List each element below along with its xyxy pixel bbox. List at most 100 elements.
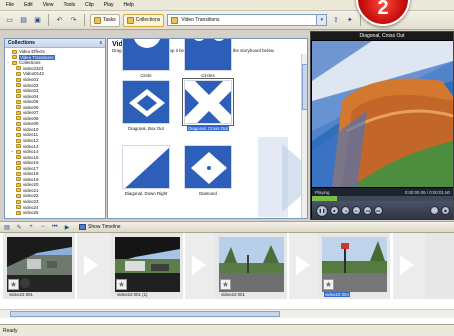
folder-icon <box>16 94 21 99</box>
new-folder-icon[interactable]: ✦ <box>344 15 355 26</box>
tree-item-label: video06 <box>23 104 39 110</box>
folder-icon <box>16 182 21 187</box>
menu-help[interactable]: Help <box>123 2 133 8</box>
folder-icon <box>16 166 21 171</box>
show-timeline-button[interactable]: Show Timeline <box>79 224 121 230</box>
transition-label: Diagonal, Down Right <box>124 191 168 196</box>
menu-tools[interactable]: Tools <box>63 2 75 8</box>
transition-slot[interactable] <box>77 233 111 299</box>
clip-name: video23 004 <box>324 292 350 297</box>
menu-file[interactable]: File <box>6 2 14 8</box>
tree-item-label: video05 <box>23 99 39 105</box>
transition-item[interactable]: Circle <box>122 39 170 78</box>
tree-item-label: video13 <box>23 143 39 149</box>
folder-icon <box>16 188 21 193</box>
open-project-icon[interactable]: ▤ <box>18 15 29 26</box>
playback-controls: ❚❚ ■ ◂ ▸ ◂◂ ▸▸ ⋮ ◉ <box>312 201 453 220</box>
folder-icon <box>16 83 21 88</box>
save-icon[interactable]: ▣ <box>32 15 43 26</box>
tasks-button[interactable]: Tasks <box>90 13 120 27</box>
storyboard: ★ video23 001 ★ video23 001 (1) ★ video2… <box>0 233 454 324</box>
tree-item[interactable]: video25 <box>7 210 103 216</box>
tree-item-label: video09 <box>23 121 39 127</box>
tree-item-label: video15 <box>23 154 39 160</box>
folder-icon <box>16 88 21 93</box>
star-icon: ★ <box>323 279 334 290</box>
tree-item-label: Collections <box>19 60 41 66</box>
transition-arrow-icon <box>296 255 310 275</box>
folder-icon <box>16 144 21 149</box>
folder-icon <box>16 66 21 71</box>
tree-item-label: video07 <box>23 110 39 116</box>
new-project-icon[interactable]: ▭ <box>4 15 15 26</box>
menu-play[interactable]: Play <box>104 2 114 8</box>
folder-icon <box>171 16 179 24</box>
transition-slot[interactable] <box>393 233 427 299</box>
next-frame-icon[interactable]: ▸ <box>352 206 361 215</box>
tree-item-label: video11 <box>23 132 39 138</box>
menu-clip[interactable]: Clip <box>85 2 94 8</box>
transition-slot[interactable] <box>185 233 219 299</box>
scrollbar-thumb[interactable] <box>10 311 280 317</box>
tree-item-label: video08 <box>23 115 39 121</box>
preview-title: Diagonal, Cross Out <box>311 32 453 40</box>
menu-view[interactable]: View <box>43 2 54 8</box>
tasks-label: Tasks <box>103 17 116 23</box>
folder-icon <box>16 121 21 126</box>
timeline-icon <box>79 224 86 230</box>
folder-icon <box>126 16 134 24</box>
transition-item[interactable]: Diagonal, Box Out <box>122 80 170 131</box>
rewind-storyboard-icon[interactable]: ⏮ <box>51 223 59 231</box>
storyboard-scrollbar[interactable] <box>0 309 454 318</box>
collections-button[interactable]: Collections <box>122 13 165 27</box>
previous-frame-icon[interactable]: ◂ <box>341 206 350 215</box>
zoom-in-icon[interactable]: + <box>27 223 35 231</box>
menu-edit[interactable]: Edit <box>24 2 33 8</box>
show-timeline-label: Show Timeline <box>88 224 121 230</box>
transition-item[interactable]: Circles <box>184 39 232 78</box>
clip-name: video23 001 <box>9 292 33 297</box>
rewind-icon[interactable]: ◂◂ <box>363 206 372 215</box>
chevron-down-icon[interactable]: ▾ <box>316 15 327 25</box>
take-picture-icon[interactable]: ◉ <box>441 206 450 215</box>
transition-item[interactable]: Diamond <box>184 145 232 196</box>
zoom-out-icon[interactable]: − <box>39 223 47 231</box>
folder-icon <box>12 55 17 60</box>
folder-icon <box>16 132 21 137</box>
up-folder-icon[interactable]: ⇧ <box>330 15 341 26</box>
collection-dropdown[interactable]: Video Transitions ▾ <box>167 14 328 26</box>
transition-item[interactable]: Diagonal, Cross Out <box>182 78 234 132</box>
transition-label: Circles <box>201 73 215 78</box>
set-audio-levels-icon[interactable]: ▤ <box>3 223 11 231</box>
tree-item-label: video19 <box>23 176 39 182</box>
tree-item-label: video21 <box>23 187 39 193</box>
play-pause-icon[interactable]: ❚❚ <box>316 204 328 217</box>
expand-icon[interactable]: − <box>7 60 10 65</box>
transitions-scrollbar[interactable] <box>301 54 307 218</box>
split-clip-icon[interactable]: ⋮ <box>430 206 439 215</box>
folder-icon <box>16 110 21 115</box>
stop-icon[interactable]: ■ <box>330 206 339 215</box>
empty-clip-slot[interactable] <box>425 233 454 299</box>
tree-item-label: video17 <box>23 165 39 171</box>
transition-thumbnail <box>184 39 232 71</box>
undo-icon[interactable]: ↶ <box>54 15 65 26</box>
folder-icon <box>16 77 21 82</box>
play-storyboard-icon[interactable]: ▶ <box>63 223 71 231</box>
close-icon[interactable]: x <box>100 40 103 46</box>
narrate-icon[interactable]: ✎ <box>15 223 23 231</box>
tree-item-label: video03 <box>23 88 39 94</box>
star-icon: ★ <box>220 279 231 290</box>
tree-item-label: video18 <box>23 171 39 177</box>
redo-icon[interactable]: ↷ <box>68 15 79 26</box>
status-bar: Ready <box>0 324 454 336</box>
scrollbar-thumb[interactable] <box>302 64 307 110</box>
folder-icon <box>12 49 17 54</box>
transition-label: Diamond <box>199 191 217 196</box>
fast-forward-icon[interactable]: ▸▸ <box>374 206 383 215</box>
expand-icon[interactable]: + <box>11 149 14 154</box>
transition-item[interactable]: Diagonal, Down Right <box>122 145 170 196</box>
collection-dropdown-value: Video Transitions <box>181 17 220 23</box>
folder-icon <box>16 127 21 132</box>
tree-item-label: video10 <box>23 126 39 132</box>
